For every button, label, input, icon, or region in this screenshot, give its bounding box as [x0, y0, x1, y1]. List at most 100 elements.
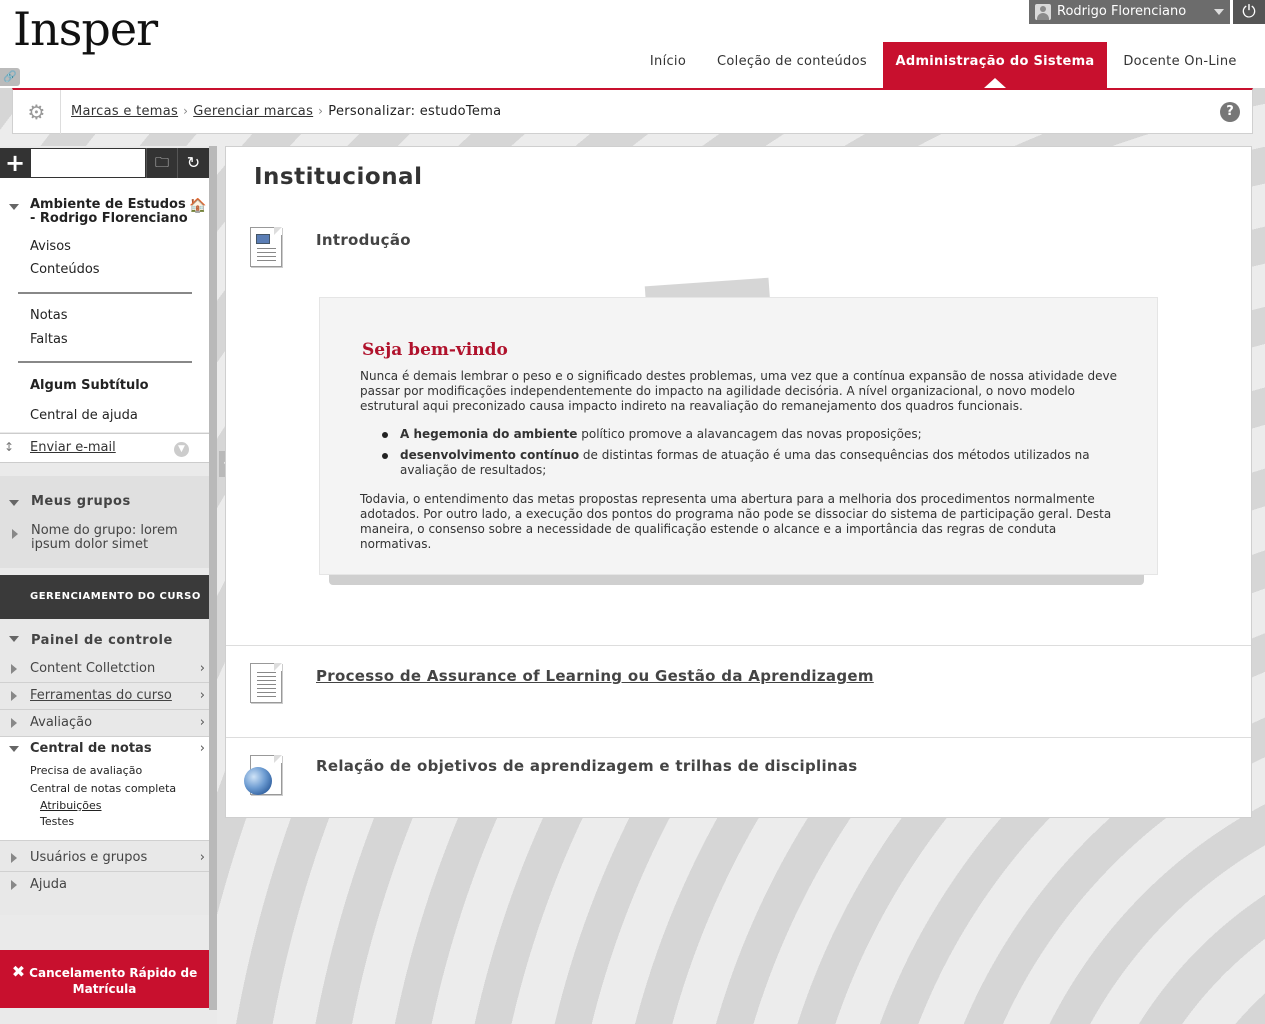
chevron-right-icon — [11, 853, 17, 863]
panel-item-avaliacao[interactable]: Avaliação › — [0, 710, 209, 737]
chevron-right-icon: › — [199, 661, 205, 676]
sidebar-item-enviar-email[interactable]: ↕ Enviar e-mail ▼ — [0, 433, 209, 463]
welcome-heading: Seja bem-vindo — [362, 340, 508, 360]
user-menu[interactable]: Rodrigo Florenciano — [1029, 0, 1230, 24]
grade-item-atribuicoes[interactable]: Atribuições — [40, 799, 102, 812]
help-icon[interactable]: ? — [1220, 102, 1240, 122]
home-icon[interactable]: 🏠 — [189, 198, 206, 214]
welcome-paragraph-1: Nunca é demais lembrar o peso e o signif… — [360, 369, 1118, 413]
tab-inicio[interactable]: Início — [636, 42, 700, 88]
power-icon[interactable]: ⏻ — [1233, 0, 1265, 24]
grade-item-central-completa[interactable]: Central de notas completa — [30, 782, 176, 795]
panel-item-ajuda[interactable]: Ajuda — [0, 872, 209, 899]
breadcrumb-separator: › — [183, 104, 189, 118]
welcome-list-item-2: desenvolvimento contínuo de distintas fo… — [400, 448, 1090, 477]
panel-item-label: Ferramentas do curso — [30, 688, 172, 703]
control-panel: Painel de controle Content Colletction ›… — [0, 619, 209, 915]
folder-icon[interactable]: 🗀 — [146, 148, 177, 178]
panel-item-label: Content Colletction — [30, 661, 156, 676]
item-title-introducao: Introdução — [316, 231, 411, 249]
my-groups-section: Meus grupos Nome do grupo: lorem ipsum d… — [0, 476, 209, 568]
drag-handle-icon[interactable]: ↕ — [4, 440, 14, 454]
chevron-down-icon[interactable] — [9, 636, 19, 642]
panel-item-label: Central de notas — [30, 741, 152, 756]
sidebar-item-avisos[interactable]: Avisos — [30, 239, 71, 254]
image-thumb — [256, 234, 270, 244]
group-name[interactable]: Nome do grupo: lorem ipsum dolor simet — [31, 524, 191, 552]
panel-item-label: Usuários e grupos — [30, 850, 148, 865]
document-icon — [250, 663, 282, 703]
globe-icon — [244, 767, 272, 795]
sidebar-item-conteudos[interactable]: Conteúdos — [30, 262, 100, 277]
bullet — [382, 432, 388, 438]
refresh-icon[interactable]: ↻ — [177, 148, 209, 178]
chevron-down-icon — [9, 746, 19, 752]
control-panel-header[interactable]: Painel de controle — [31, 633, 173, 648]
panel-item-label: Avaliação — [30, 715, 93, 730]
item-title-objetivos[interactable]: Relação de objetivos de aprendizagem e t… — [316, 757, 858, 775]
breadcrumb-gerenciar-marcas[interactable]: Gerenciar marcas — [193, 104, 313, 119]
welcome-list-item-1: A hegemonia do ambiente político promove… — [400, 427, 922, 441]
chevron-right-icon — [11, 880, 17, 890]
breadcrumb-separator: › — [318, 104, 324, 118]
breadcrumb: ⚙ Marcas e temas › Gerenciar marcas › Person… — [12, 88, 1253, 134]
sidebar-resize-strip[interactable] — [209, 146, 217, 1010]
sidebar-item-central-ajuda[interactable]: Central de ajuda — [30, 408, 138, 423]
gear-icon[interactable]: ⚙ — [13, 90, 61, 134]
panel-item-content-collection[interactable]: Content Colletction › — [0, 656, 209, 683]
panel-item-ferramentas[interactable]: Ferramentas do curso › — [0, 683, 209, 710]
page-title: Institucional — [254, 164, 423, 190]
sidebar-item-notas[interactable]: Notas — [30, 308, 68, 323]
bullet — [382, 453, 388, 459]
cancel-enrollment-label: Cancelamento Rápido de Matrícula — [29, 966, 198, 996]
chevron-down-icon[interactable]: ▼ — [174, 442, 189, 457]
sidebar-toolbar: + 🗀 ↻ — [0, 148, 209, 178]
welcome-card: Seja bem-vindo Nunca é demais lembrar o … — [319, 297, 1158, 575]
chevron-right-icon[interactable] — [12, 529, 18, 539]
close-icon: ✖ — [11, 962, 26, 981]
header: Insper Rodrigo Florenciano ⏻ Início Cole… — [0, 0, 1265, 88]
panel-item-usuarios-grupos[interactable]: Usuários e grupos › — [0, 845, 209, 872]
sidebar: + 🗀 ↻ Ambiente de Estudos - Rodrigo Flor… — [0, 146, 217, 1024]
divider — [18, 292, 192, 294]
tab-administracao-sistema[interactable]: Administração do Sistema — [883, 42, 1107, 88]
chevron-down-icon[interactable] — [9, 500, 19, 506]
tab-colecao-conteudos[interactable]: Coleção de conteúdos — [710, 42, 874, 88]
send-email-link[interactable]: Enviar e-mail — [30, 440, 116, 455]
divider — [226, 645, 1251, 646]
content-area: Institucional Introdução Seja bem-vindo … — [225, 146, 1252, 818]
chevron-right-icon: › — [199, 741, 205, 756]
panel-item-central-notas[interactable]: Central de notas › Precisa de avaliação … — [0, 737, 209, 841]
tab-docente-online[interactable]: Docente On-Line — [1114, 42, 1246, 88]
chevron-right-icon: › — [199, 850, 205, 865]
breadcrumb-current: Personalizar: estudoTema — [328, 104, 502, 119]
sidebar-subtitle: Algum Subtítulo — [30, 378, 149, 393]
chevron-down-icon — [1214, 9, 1224, 15]
divider — [226, 737, 1251, 738]
breadcrumb-trail: Marcas e temas › Gerenciar marcas › Personal… — [71, 104, 501, 119]
chevron-right-icon: › — [199, 715, 205, 730]
course-title[interactable]: Ambiente de Estudos - Rodrigo Florencian… — [30, 198, 190, 226]
insper-logo[interactable]: Insper — [13, 2, 158, 56]
plus-icon[interactable]: + — [0, 148, 30, 178]
user-avatar-icon — [1035, 4, 1051, 20]
course-management-header: GERENCIAMENTO DO CURSO — [0, 575, 209, 619]
sidebar-item-faltas[interactable]: Faltas — [30, 332, 68, 347]
item-link-assurance-learning[interactable]: Processo de Assurance of Learning ou Ges… — [316, 667, 874, 685]
panel-item-label: Ajuda — [30, 877, 67, 892]
chevron-right-icon — [11, 691, 17, 701]
my-groups-header[interactable]: Meus grupos — [31, 494, 131, 509]
grade-item-testes[interactable]: Testes — [40, 815, 74, 828]
chevron-right-icon — [11, 664, 17, 674]
breadcrumb-marcas-temas[interactable]: Marcas e temas — [71, 104, 178, 119]
link-icon[interactable]: 🔗 — [0, 68, 20, 86]
cancel-enrollment-button[interactable]: ✖ Cancelamento Rápido de Matrícula — [0, 950, 209, 1008]
grade-item-precisa-avaliacao[interactable]: Precisa de avaliação — [30, 764, 142, 777]
chevron-down-icon[interactable] — [9, 204, 19, 210]
divider — [18, 361, 192, 363]
sidebar-search-input[interactable] — [30, 148, 146, 178]
welcome-paragraph-2: Todavia, o entendimento das metas propos… — [360, 492, 1112, 551]
user-name: Rodrigo Florenciano — [1057, 4, 1187, 19]
course-menu: Ambiente de Estudos - Rodrigo Florencian… — [0, 178, 209, 432]
card-shadow — [329, 575, 1144, 585]
